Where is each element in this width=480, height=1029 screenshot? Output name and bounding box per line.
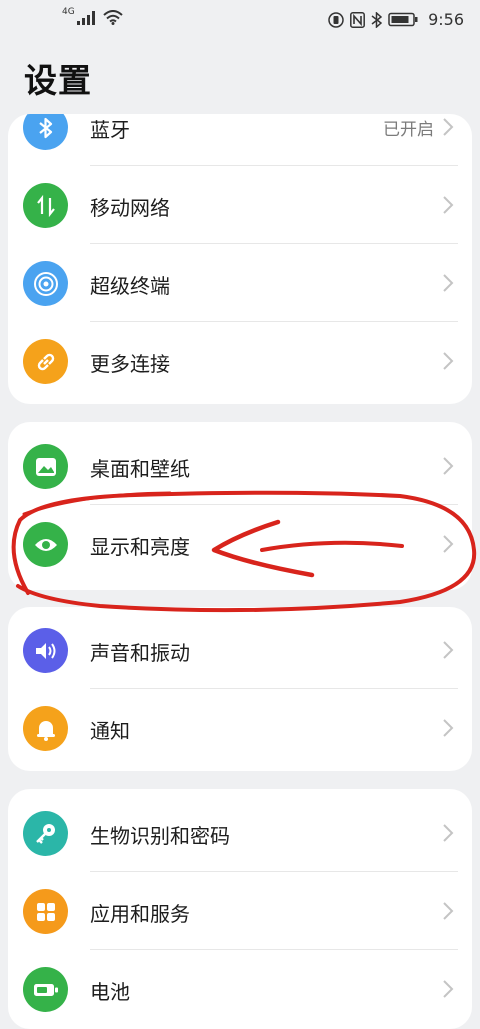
- item-label: 电池: [90, 980, 130, 1004]
- settings-item-biometrics-password[interactable]: 生物识别和密码: [8, 794, 472, 872]
- connectivity-card: 蓝牙 已开启 移动网络 超级终端 更多连接: [8, 114, 472, 404]
- wifi-icon: [103, 10, 123, 25]
- chevron-right-icon: [443, 118, 454, 136]
- nfc-icon: [350, 11, 366, 28]
- item-label: 应用和服务: [90, 902, 190, 926]
- bell-icon: [23, 706, 68, 751]
- status-bar: 4G 9:56: [0, 0, 480, 40]
- chevron-right-icon: [443, 196, 454, 214]
- chevron-right-icon: [443, 902, 454, 920]
- bluetooth-status-value: 已开启: [383, 120, 434, 140]
- clock: 9:56: [428, 10, 464, 29]
- item-label: 移动网络: [90, 196, 170, 220]
- chevron-right-icon: [443, 824, 454, 842]
- item-label: 显示和亮度: [90, 535, 190, 559]
- bluetooth-status-icon: [371, 11, 383, 28]
- link-icon: [23, 339, 68, 384]
- item-label: 生物识别和密码: [90, 824, 230, 848]
- settings-item-apps-services[interactable]: 应用和服务: [8, 872, 472, 950]
- settings-item-wallpaper[interactable]: 桌面和壁纸: [8, 427, 472, 505]
- chevron-right-icon: [443, 274, 454, 292]
- apps-icon: [23, 889, 68, 934]
- item-label: 更多连接: [90, 352, 170, 376]
- chevron-right-icon: [443, 719, 454, 737]
- settings-item-battery[interactable]: 电池: [8, 950, 472, 1028]
- chevron-right-icon: [443, 980, 454, 998]
- settings-item-sound-vibration[interactable]: 声音和振动: [8, 611, 472, 689]
- settings-item-display-brightness[interactable]: 显示和亮度: [8, 505, 472, 583]
- settings-item-bluetooth[interactable]: 蓝牙 已开启: [8, 114, 472, 166]
- item-label: 通知: [90, 719, 130, 743]
- chevron-right-icon: [443, 535, 454, 553]
- item-label: 声音和振动: [90, 641, 190, 665]
- battery-icon: [23, 967, 68, 1012]
- eye-icon: [23, 522, 68, 567]
- page-title: 设置: [24, 61, 92, 100]
- item-label: 蓝牙: [90, 118, 130, 142]
- chevron-right-icon: [443, 352, 454, 370]
- signal-icon: [76, 10, 95, 25]
- mobile-data-icon: [23, 183, 68, 228]
- settings-item-more-connections[interactable]: 更多连接: [8, 322, 472, 400]
- volume-icon: [23, 628, 68, 673]
- super-device-icon: [23, 261, 68, 306]
- sound-card: 声音和振动 通知: [8, 607, 472, 771]
- key-icon: [23, 811, 68, 856]
- system-card: 生物识别和密码 应用和服务 电池: [8, 789, 472, 1029]
- chevron-right-icon: [443, 641, 454, 659]
- wallpaper-icon: [23, 444, 68, 489]
- bluetooth-icon: [23, 114, 68, 150]
- battery-status-icon: [388, 12, 418, 27]
- network-type-label: 4G: [62, 6, 75, 17]
- item-label: 桌面和壁纸: [90, 457, 190, 481]
- settings-item-notifications[interactable]: 通知: [8, 689, 472, 767]
- vibrate-mode-icon: [328, 11, 344, 28]
- status-left: 4G: [62, 6, 123, 25]
- status-right: 9:56: [328, 10, 464, 29]
- item-label: 超级终端: [90, 274, 170, 298]
- display-card: 桌面和壁纸 显示和亮度: [8, 422, 472, 590]
- chevron-right-icon: [443, 457, 454, 475]
- settings-item-mobile-network[interactable]: 移动网络: [8, 166, 472, 244]
- settings-item-super-device[interactable]: 超级终端: [8, 244, 472, 322]
